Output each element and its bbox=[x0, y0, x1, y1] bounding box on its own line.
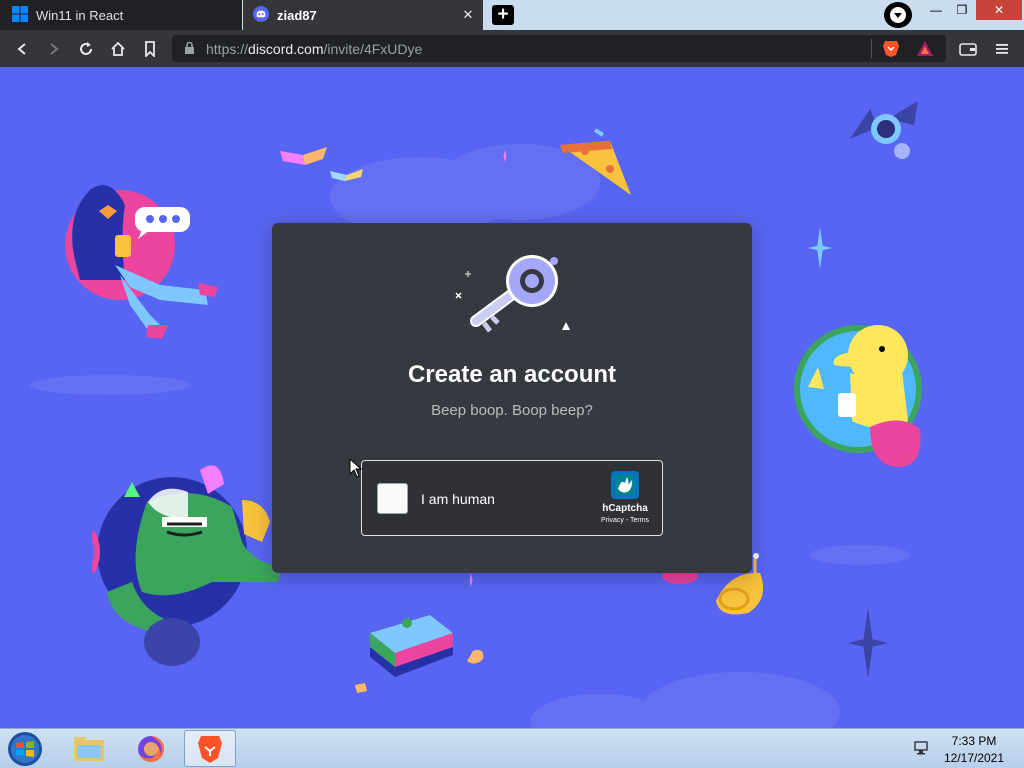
create-account-card: Create an account Beep boop. Boop beep? … bbox=[272, 223, 752, 573]
captcha-brand: hCaptcha bbox=[602, 503, 648, 514]
close-window-button[interactable]: ✕ bbox=[976, 0, 1022, 20]
wallet-icon[interactable] bbox=[956, 37, 980, 61]
clock-date: 12/17/2021 bbox=[943, 751, 1005, 765]
pizza-slice-illustration bbox=[560, 128, 631, 195]
hcaptcha-logo-icon bbox=[609, 469, 641, 506]
girl-with-phone-illustration bbox=[65, 185, 218, 339]
url-separator bbox=[871, 39, 872, 58]
flying-book-illustration bbox=[280, 147, 363, 181]
lock-icon bbox=[184, 41, 195, 60]
windows-explorer-icon[interactable] bbox=[63, 730, 115, 767]
sparkle-icon bbox=[848, 607, 888, 679]
brave-rewards-icon[interactable] bbox=[916, 40, 934, 62]
sandwich-illustration bbox=[355, 615, 484, 693]
clock-time: 7:33 PM bbox=[951, 734, 997, 748]
start-button[interactable] bbox=[4, 730, 46, 767]
maximize-button[interactable]: ❐ bbox=[950, 0, 974, 20]
page-title: Create an account bbox=[407, 361, 617, 388]
windows-icon bbox=[12, 5, 28, 25]
reload-icon[interactable] bbox=[74, 37, 98, 61]
flying-bat-illustration bbox=[850, 101, 918, 159]
bookmark-icon[interactable] bbox=[138, 37, 162, 61]
minimize-button[interactable]: — bbox=[924, 0, 948, 20]
system-clock[interactable]: 7:33 PM 12/17/2021 bbox=[936, 733, 1012, 767]
url-text: https://discord.com/invite/4FxUDye bbox=[206, 41, 422, 57]
url-scheme: https:// bbox=[206, 41, 249, 57]
home-icon[interactable] bbox=[106, 37, 130, 61]
windows-start-icon bbox=[8, 731, 42, 766]
url-path: /invite/4FxUDye bbox=[323, 41, 423, 57]
duck-with-drink-illustration bbox=[794, 325, 922, 467]
forward-arrow-icon[interactable] bbox=[42, 37, 66, 61]
new-tab-button[interactable]: + bbox=[492, 5, 514, 25]
tab-win11-in-react[interactable]: Win11 in React bbox=[0, 0, 242, 30]
sparkle-icon bbox=[808, 227, 832, 269]
network-icon[interactable] bbox=[914, 741, 930, 755]
back-arrow-icon[interactable] bbox=[10, 37, 34, 61]
taskbar: 7:33 PM 12/17/2021 bbox=[0, 728, 1024, 768]
captcha-checkbox[interactable] bbox=[377, 483, 408, 514]
discord-icon bbox=[253, 5, 269, 25]
sparkle-icon bbox=[469, 573, 473, 587]
address-bar[interactable]: https://discord.com/invite/4FxUDye bbox=[172, 35, 946, 62]
tab-title: Win11 in React bbox=[36, 7, 124, 23]
browser-toolbar: https://discord.com/invite/4FxUDye bbox=[0, 30, 1024, 67]
mouse-cursor-icon bbox=[349, 457, 363, 483]
key-illustration bbox=[446, 251, 576, 346]
discord-invite-page: Create an account Beep boop. Boop beep? … bbox=[0, 67, 1024, 728]
sparkle-icon bbox=[503, 150, 507, 162]
firefox-icon[interactable] bbox=[125, 730, 177, 767]
hamburger-menu-icon[interactable] bbox=[990, 37, 1014, 61]
tab-bar: Win11 in React ziad87 ✕ + — ❐ ✕ bbox=[0, 0, 1024, 30]
window-menu-button[interactable] bbox=[884, 2, 912, 28]
tab-title: ziad87 bbox=[277, 7, 317, 23]
brave-lion-icon[interactable] bbox=[882, 39, 900, 63]
tab-ziad87[interactable]: ziad87 ✕ bbox=[243, 0, 483, 30]
url-host: discord.com bbox=[248, 41, 324, 57]
hcaptcha-widget[interactable]: I am human hCaptcha Privacy - Terms bbox=[361, 460, 663, 536]
captcha-label: I am human bbox=[421, 491, 495, 507]
tab-close-button[interactable]: ✕ bbox=[459, 6, 477, 24]
crocodile-with-headphones-illustration bbox=[92, 465, 282, 666]
brave-icon[interactable] bbox=[184, 730, 236, 767]
page-subtitle: Beep boop. Boop beep? bbox=[431, 402, 593, 419]
captcha-privacy-terms-link[interactable]: Privacy - Terms bbox=[590, 517, 660, 524]
